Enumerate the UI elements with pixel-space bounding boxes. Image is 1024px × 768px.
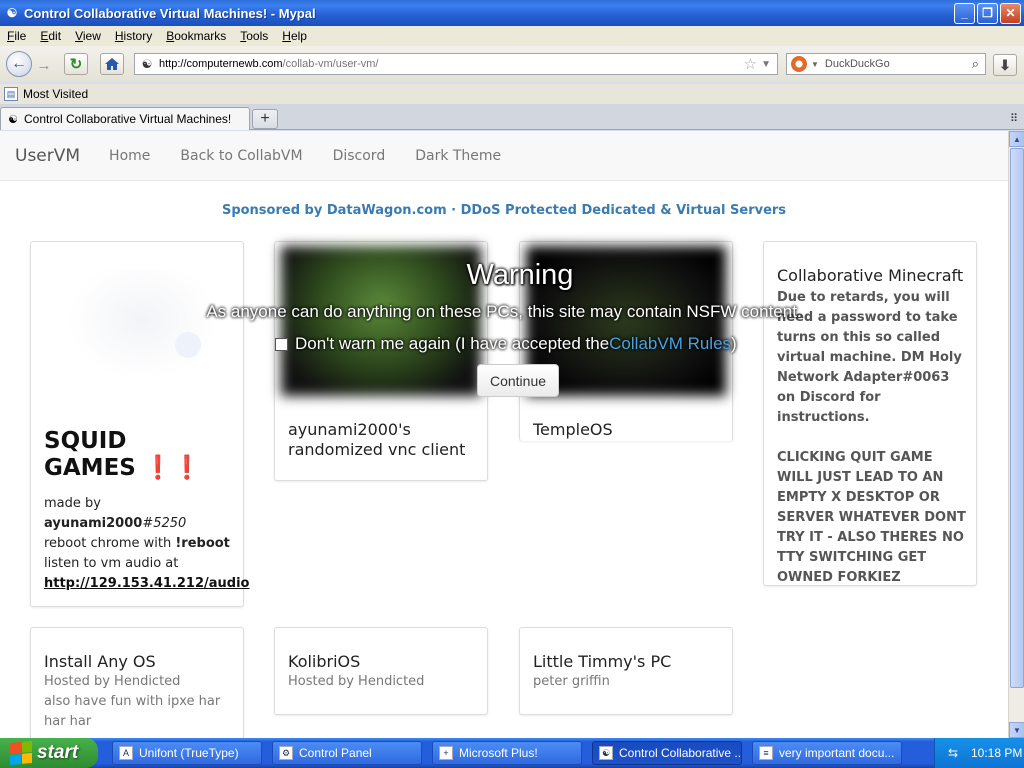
bookmark-star-icon[interactable]: ☆ xyxy=(744,55,757,73)
vm-card-squid-games[interactable]: SQUID GAMES ❗❗ made by ayunami2000#5250 … xyxy=(30,241,249,607)
nav-home[interactable]: Home xyxy=(94,148,165,164)
tab-favicon-icon: ☯ xyxy=(8,113,18,126)
taskbar: start A Unifont (TrueType) ⚙ Control Panel… xyxy=(0,738,1024,768)
close-button[interactable]: ✕ xyxy=(1000,2,1021,24)
vm-card-ayunami[interactable]: ayunami2000's randomized vnc client xyxy=(274,241,488,481)
scroll-thumb[interactable] xyxy=(1010,148,1024,688)
search-icon[interactable]: ⌕ xyxy=(972,56,979,72)
card-description: Hosted by Hendicted also have fun with i… xyxy=(44,674,221,729)
collabvm-rules-link[interactable]: CollabVM Rules xyxy=(609,334,731,354)
card-description: Hosted by Hendicted xyxy=(288,674,425,689)
menu-edit[interactable]: Edit xyxy=(33,29,68,43)
site-navbar: UserVM Home Back to CollabVM Discord Dar… xyxy=(0,131,1008,181)
tab-list-icon[interactable]: ⠿ xyxy=(1010,112,1018,125)
vm-card-little-timmy[interactable]: Little Timmy's PC peter griffin xyxy=(519,627,733,715)
window-titlebar: ☯ Control Collaborative Virtual Machines… xyxy=(0,0,1024,26)
forward-arrow-icon[interactable]: → xyxy=(34,55,54,75)
vm-thumbnail xyxy=(281,246,481,396)
reload-icon[interactable]: ↻ xyxy=(64,53,88,75)
menu-history[interactable]: History xyxy=(108,29,159,43)
tab-strip: ☯ Control Collaborative Virtual Machines… xyxy=(0,104,1024,130)
downloads-icon[interactable]: ⬇ xyxy=(993,54,1017,76)
document-icon: ≡ xyxy=(759,746,773,760)
bookmark-most-visited[interactable]: Most Visited xyxy=(23,87,88,101)
duckduckgo-icon[interactable] xyxy=(791,56,807,72)
mypal-task-icon: ☯ xyxy=(599,746,613,760)
menu-bookmarks[interactable]: Bookmarks xyxy=(159,29,233,43)
start-button[interactable]: start xyxy=(0,738,98,768)
minimize-button[interactable]: _ xyxy=(954,2,975,24)
scroll-down-icon[interactable]: ▼ xyxy=(1009,722,1024,738)
menu-help[interactable]: Help xyxy=(275,29,314,43)
checkbox-label[interactable]: Don't warn me again (I have accepted the xyxy=(295,334,609,354)
control-panel-icon: ⚙ xyxy=(279,746,293,760)
new-tab-button[interactable]: + xyxy=(252,109,278,129)
window-controls: _ ❐ ✕ xyxy=(954,2,1021,24)
search-input[interactable]: DuckDuckGo xyxy=(825,58,972,70)
site-brand[interactable]: UserVM xyxy=(15,146,80,166)
card-title: ayunami2000's randomized vnc client xyxy=(288,420,466,459)
card-title: Collaborative Minecraft xyxy=(777,266,964,285)
task-document[interactable]: ≡ very important docu... xyxy=(752,741,902,765)
clock[interactable]: 10:18 PM xyxy=(971,746,1022,760)
vm-card-minecraft[interactable]: Collaborative Minecraft Due to retards, … xyxy=(763,241,977,586)
exclamation-icon: ❗❗ xyxy=(143,455,202,481)
page-scrollbar[interactable]: ▲ ▼ xyxy=(1008,131,1024,738)
nav-back-to-collabvm[interactable]: Back to CollabVM xyxy=(165,148,317,164)
scroll-up-icon[interactable]: ▲ xyxy=(1009,131,1024,147)
bookmarks-toolbar: ▤ Most Visited xyxy=(0,84,1024,104)
card-description: peter griffin xyxy=(533,674,610,689)
card-description: made by ayunami2000#5250 reboot chrome w… xyxy=(44,496,250,591)
microsoft-plus-icon: + xyxy=(439,746,453,760)
mypal-app-icon: ☯ xyxy=(6,6,18,20)
card-title: SQUID GAMES ❗❗ xyxy=(44,428,202,481)
search-bar[interactable]: ▼ DuckDuckGo ⌕ xyxy=(786,53,986,75)
card-title: Little Timmy's PC xyxy=(533,652,672,671)
card-title: KolibriOS xyxy=(288,652,361,671)
engine-dropdown-icon[interactable]: ▼ xyxy=(811,60,819,69)
windows-logo-icon xyxy=(10,740,32,766)
navigation-toolbar: ← → ↻ ☯ http://computernewb.com/collab-v… xyxy=(0,46,1024,82)
sponsor-banner[interactable]: Sponsored by DataWagon.com · DDoS Protec… xyxy=(0,203,1008,218)
page-content: UserVM Home Back to CollabVM Discord Dar… xyxy=(0,131,1008,738)
card-title: TempleOS xyxy=(533,420,613,439)
task-control-panel[interactable]: ⚙ Control Panel xyxy=(272,741,422,765)
font-file-icon: A xyxy=(119,746,133,760)
task-browser[interactable]: ☯ Control Collaborative ... xyxy=(592,741,742,765)
nav-dark-theme[interactable]: Dark Theme xyxy=(400,148,516,164)
task-microsoft-plus[interactable]: + Microsoft Plus! xyxy=(432,741,582,765)
nav-discord[interactable]: Discord xyxy=(318,148,401,164)
url-text[interactable]: http://computernewb.com/collab-vm/user-v… xyxy=(159,58,744,70)
most-visited-icon: ▤ xyxy=(4,87,18,101)
window-title: Control Collaborative Virtual Machines! … xyxy=(24,5,316,21)
menu-bar: File Edit View History Bookmarks Tools H… xyxy=(0,26,1024,46)
dont-warn-checkbox-row[interactable]: Don't warn me again (I have accepted the… xyxy=(275,334,737,354)
continue-button[interactable]: Continue xyxy=(477,364,559,397)
tab-active[interactable]: ☯ Control Collaborative Virtual Machines… xyxy=(0,107,250,130)
site-identity-icon[interactable]: ☯ xyxy=(139,56,155,72)
back-arrow-icon[interactable]: ← xyxy=(6,51,32,77)
menu-view[interactable]: View xyxy=(68,29,108,43)
menu-tools[interactable]: Tools xyxy=(233,29,275,43)
system-tray: ⇆ 10:18 PM xyxy=(934,738,1024,768)
address-bar[interactable]: ☯ http://computernewb.com/collab-vm/user… xyxy=(134,53,778,75)
task-unifont[interactable]: A Unifont (TrueType) xyxy=(112,741,262,765)
dont-warn-checkbox[interactable] xyxy=(275,337,288,351)
card-title: Install Any OS xyxy=(44,652,156,671)
network-icon[interactable]: ⇆ xyxy=(945,745,961,761)
card-description: Due to retards, you will need a password… xyxy=(777,290,966,585)
menu-file[interactable]: File xyxy=(0,29,33,43)
vm-thumbnail xyxy=(67,270,217,380)
audio-link[interactable]: http://129.153.41.212/audio xyxy=(44,576,249,591)
vm-card-kolibrios[interactable]: KolibriOS Hosted by Hendicted xyxy=(274,627,488,715)
tab-label: Control Collaborative Virtual Machines! xyxy=(24,112,232,126)
home-icon[interactable] xyxy=(100,53,124,75)
vm-card-install-any-os[interactable]: Install Any OS Hosted by Hendicted also … xyxy=(30,627,244,738)
url-dropdown-icon[interactable]: ▼ xyxy=(761,59,771,70)
maximize-button[interactable]: ❐ xyxy=(977,2,998,24)
